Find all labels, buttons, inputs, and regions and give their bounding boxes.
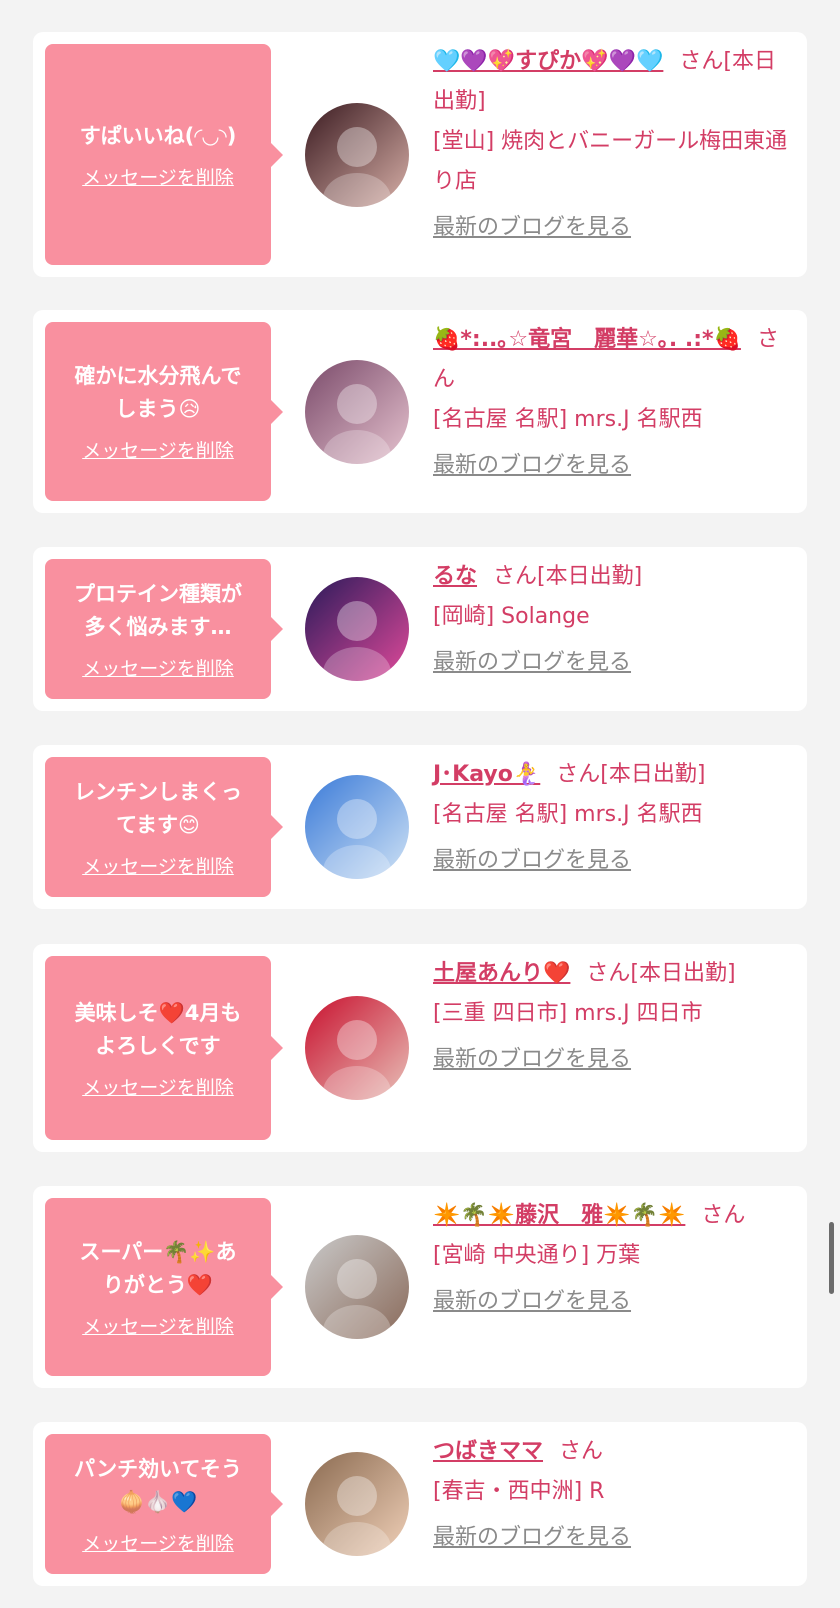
- message-bubble: すぱいいね(◜◡◝) メッセージを削除: [45, 44, 283, 265]
- message-text: パンチ効いてそう 🧅🧄💙: [74, 1456, 242, 1514]
- message-bubble: 確かに水分飛んで しまう😥 メッセージを削除: [45, 322, 283, 501]
- shop-name: [名古屋 名駅] mrs.J 名駅西: [433, 407, 703, 432]
- profile-suffix: さん[本日出勤]: [556, 762, 706, 787]
- profile-info: 🍓*:..｡☆竜宮 麗華☆｡. .:*🍓 さん [名古屋 名駅] mrs.J 名駅…: [433, 320, 791, 486]
- message-card: スーパー🌴✨あ りがとう❤️ メッセージを削除 ✴️🌴✴️藤沢 雅✴️🌴✴️ さん…: [33, 1186, 807, 1388]
- message-bubble: 美味しそ❤️4月も よろしくです メッセージを削除: [45, 956, 283, 1140]
- view-blog-link[interactable]: 最新のブログを見る: [433, 1040, 791, 1080]
- avatar-photo[interactable]: [305, 1452, 409, 1556]
- avatar-photo[interactable]: [305, 577, 409, 681]
- scrollbar[interactable]: [829, 1222, 834, 1294]
- shop-name: [宮崎 中央通り] 万葉: [433, 1243, 641, 1268]
- message-text: 確かに水分飛んで しまう😥: [74, 364, 242, 421]
- avatar-photo[interactable]: [305, 360, 409, 464]
- profile-name-link[interactable]: 🩵💜💖すぴか💖💜🩵: [433, 49, 663, 74]
- view-blog-link[interactable]: 最新のブログを見る: [433, 446, 791, 486]
- avatar-photo[interactable]: [305, 1235, 409, 1339]
- message-bubble: レンチンしまくっ てます😊 メッセージを削除: [45, 757, 283, 897]
- message-card: プロテイン種類が 多く悩みます… メッセージを削除 るな さん[本日出勤] [岡崎…: [33, 547, 807, 711]
- message-bubble: スーパー🌴✨あ りがとう❤️ メッセージを削除: [45, 1198, 283, 1376]
- profile-name-link[interactable]: つばきママ: [433, 1439, 543, 1464]
- shop-name: [名古屋 名駅] mrs.J 名駅西: [433, 802, 703, 827]
- message-card: すぱいいね(◜◡◝) メッセージを削除 🩵💜💖すぴか💖💜🩵 さん[本日出勤] [堂…: [33, 32, 807, 277]
- delete-message-link[interactable]: メッセージを削除: [82, 852, 234, 879]
- shop-name: [堂山] 焼肉とバニーガール梅田東通り店: [433, 129, 788, 194]
- shop-name: [春吉・西中洲] R: [433, 1479, 605, 1504]
- message-card: レンチンしまくっ てます😊 メッセージを削除 J･Kayo🧜‍♀️ さん[本日出勤…: [33, 745, 807, 909]
- message-text: レンチンしまくっ てます😊: [74, 779, 242, 837]
- message-text: スーパー🌴✨あ りがとう❤️: [79, 1239, 237, 1297]
- delete-message-link[interactable]: メッセージを削除: [82, 163, 234, 190]
- delete-message-link[interactable]: メッセージを削除: [82, 436, 234, 463]
- message-card: 確かに水分飛んで しまう😥 メッセージを削除 🍓*:..｡☆竜宮 麗華☆｡. .…: [33, 310, 807, 513]
- view-blog-link[interactable]: 最新のブログを見る: [433, 643, 791, 683]
- profile-info: 土屋あんり❤️ さん[本日出勤] [三重 四日市] mrs.J 四日市 最新のブロ…: [433, 954, 791, 1080]
- view-blog-link[interactable]: 最新のブログを見る: [433, 208, 791, 248]
- avatar-photo[interactable]: [305, 996, 409, 1100]
- avatar-photo[interactable]: [305, 775, 409, 879]
- profile-suffix: さん[本日出勤]: [586, 961, 736, 986]
- profile-suffix: さん: [701, 1203, 746, 1228]
- view-blog-link[interactable]: 最新のブログを見る: [433, 1518, 791, 1558]
- message-card: パンチ効いてそう 🧅🧄💙 メッセージを削除 つばきママ さん [春吉・西中洲] R…: [33, 1422, 807, 1586]
- profile-name-link[interactable]: 🍓*:..｡☆竜宮 麗華☆｡. .:*🍓: [433, 327, 741, 352]
- profile-info: ✴️🌴✴️藤沢 雅✴️🌴✴️ さん [宮崎 中央通り] 万葉 最新のブログを見る: [433, 1196, 791, 1322]
- profile-suffix: さん[本日出勤]: [493, 564, 643, 589]
- shop-name: [岡崎] Solange: [433, 604, 590, 629]
- view-blog-link[interactable]: 最新のブログを見る: [433, 1282, 791, 1322]
- message-card: 美味しそ❤️4月も よろしくです メッセージを削除 土屋あんり❤️ さん[本日出勤…: [33, 944, 807, 1152]
- delete-message-link[interactable]: メッセージを削除: [82, 1529, 234, 1556]
- view-blog-link[interactable]: 最新のブログを見る: [433, 841, 791, 881]
- message-bubble: プロテイン種類が 多く悩みます… メッセージを削除: [45, 559, 283, 699]
- delete-message-link[interactable]: メッセージを削除: [82, 654, 234, 681]
- delete-message-link[interactable]: メッセージを削除: [82, 1073, 234, 1100]
- profile-info: J･Kayo🧜‍♀️ さん[本日出勤] [名古屋 名駅] mrs.J 名駅西 最新…: [433, 755, 791, 881]
- profile-name-link[interactable]: J･Kayo🧜‍♀️: [433, 762, 540, 787]
- message-text: プロテイン種類が 多く悩みます…: [74, 581, 242, 639]
- message-bubble: パンチ効いてそう 🧅🧄💙 メッセージを削除: [45, 1434, 283, 1574]
- profile-info: 🩵💜💖すぴか💖💜🩵 さん[本日出勤] [堂山] 焼肉とバニーガール梅田東通り店 最…: [433, 42, 791, 248]
- profile-name-link[interactable]: るな: [433, 564, 477, 589]
- profile-info: つばきママ さん [春吉・西中洲] R 最新のブログを見る: [433, 1432, 791, 1558]
- profile-suffix: さん: [559, 1439, 604, 1464]
- avatar-photo[interactable]: [305, 103, 409, 207]
- message-text: 美味しそ❤️4月も よろしくです: [74, 1000, 242, 1058]
- profile-name-link[interactable]: 土屋あんり❤️: [433, 961, 570, 986]
- message-text: すぱいいね(◜◡◝): [79, 123, 237, 148]
- delete-message-link[interactable]: メッセージを削除: [82, 1312, 234, 1339]
- profile-info: るな さん[本日出勤] [岡崎] Solange 最新のブログを見る: [433, 557, 791, 683]
- profile-name-link[interactable]: ✴️🌴✴️藤沢 雅✴️🌴✴️: [433, 1203, 685, 1228]
- shop-name: [三重 四日市] mrs.J 四日市: [433, 1001, 703, 1026]
